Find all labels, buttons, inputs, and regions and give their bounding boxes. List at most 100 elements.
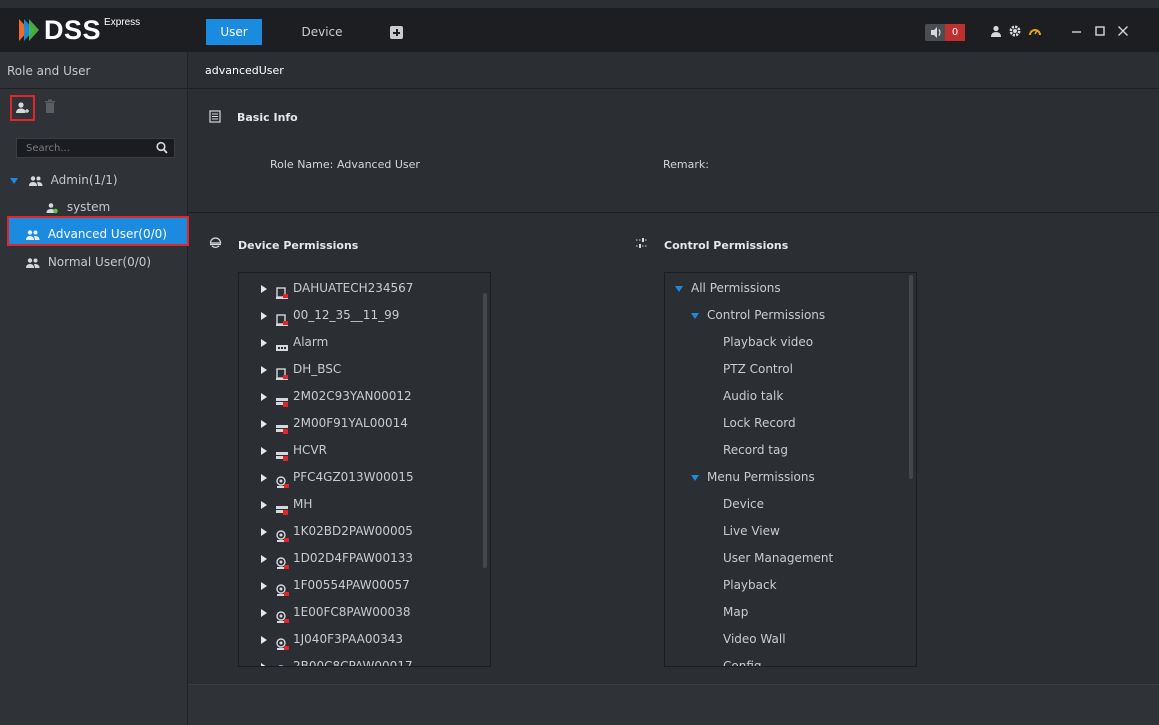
ip-camera-icon (275, 634, 289, 650)
expand-arrow-icon[interactable] (261, 554, 267, 563)
device-tree-item-label: HCVR (293, 443, 327, 457)
dvr-device-icon (275, 391, 289, 407)
device-tree-item[interactable]: 1J040F3PAA00343 (261, 626, 403, 653)
permission-tree-item[interactable]: Device (723, 491, 764, 518)
device-tree-item-label: 1K02BD2PAW00005 (293, 524, 413, 538)
tab-device[interactable]: Device (292, 19, 352, 45)
device-tree-item[interactable]: DH_BSC (261, 356, 341, 383)
permission-tree-item[interactable]: User Management (723, 545, 833, 572)
expand-arrow-icon[interactable] (261, 392, 267, 401)
performance-gauge-icon[interactable] (1027, 24, 1043, 41)
expand-arrow-icon[interactable] (261, 419, 267, 428)
permission-tree-item[interactable]: Video Wall (723, 626, 786, 653)
device-tree-item[interactable]: 1F00554PAW00057 (261, 572, 410, 599)
device-permission-tree[interactable]: DAHUATECH234567 00_12_35__11_99 Alarm DH_BS… (238, 272, 491, 667)
device-camera-icon (209, 237, 222, 249)
device-tree-scrollbar[interactable] (483, 293, 487, 568)
device-tree-item-label: 1D02D4FPAW00133 (293, 551, 413, 565)
user-group-icon (28, 175, 43, 186)
alarm-count-badge[interactable]: 0 (945, 24, 965, 41)
device-tree-item-label: 2M02C93YAN00012 (293, 389, 412, 403)
search-box[interactable] (16, 138, 175, 158)
permission-tree-item[interactable]: Record tag (723, 437, 788, 464)
expand-arrow-icon[interactable] (261, 527, 267, 536)
permission-tree-item[interactable]: PTZ Control (723, 356, 793, 383)
permission-tree-item[interactable]: Menu Permissions (691, 464, 815, 491)
device-tree-item[interactable]: 00_12_35__11_99 (261, 302, 399, 329)
permission-tree-item[interactable]: Live View (723, 518, 780, 545)
panel-title: Role and User (0, 52, 187, 89)
device-tree-item-label: Alarm (293, 335, 329, 349)
minimize-icon[interactable] (1069, 24, 1085, 41)
permission-tree-item[interactable]: Config (723, 653, 762, 667)
permission-tree-item[interactable]: Map (723, 599, 748, 626)
device-tree-item[interactable]: Alarm (261, 329, 328, 356)
permission-tree-item[interactable]: Audio talk (723, 383, 783, 410)
device-tree-item[interactable]: 1D02D4FPAW00133 (261, 545, 413, 572)
expand-arrow-icon[interactable] (261, 284, 267, 293)
device-tree-item[interactable]: 2B00C8CPAW00017 (261, 653, 413, 666)
expand-arrow-icon[interactable] (261, 635, 267, 644)
device-tree-item[interactable]: HCVR (261, 437, 327, 464)
tab-user[interactable]: User (206, 19, 262, 45)
expand-arrow-icon[interactable] (261, 338, 267, 347)
ip-camera-icon (275, 580, 289, 596)
permission-tree-item-label: All Permissions (691, 281, 781, 295)
add-tab-icon[interactable] (390, 26, 403, 39)
alarm-device-icon (275, 337, 289, 351)
permission-tree-item-label: Map (723, 605, 749, 619)
nvr-device-icon (275, 283, 289, 299)
device-tree-item[interactable]: MH (261, 491, 312, 518)
tree-item-admin[interactable]: Admin(1/1) (10, 170, 118, 190)
control-permission-tree[interactable]: All Permissions Control Permissions Playba… (664, 272, 917, 667)
maximize-icon[interactable] (1092, 24, 1108, 41)
search-icon[interactable] (156, 141, 168, 155)
expand-arrow-icon[interactable] (261, 662, 267, 666)
tree-item-advanced-user[interactable]: Advanced User(0/0) (25, 224, 167, 244)
device-tree-item[interactable]: 2M02C93YAN00012 (261, 383, 412, 410)
delete-button[interactable] (44, 99, 56, 115)
permission-tree-item[interactable]: All Permissions (675, 275, 781, 302)
permission-tree-item[interactable]: Playback (723, 572, 777, 599)
basic-info-title: Basic Info (237, 111, 298, 124)
ip-camera-icon (275, 607, 289, 623)
expand-arrow-icon[interactable] (261, 446, 267, 455)
expand-arrow-icon[interactable] (261, 365, 267, 374)
collapse-arrow-icon[interactable] (691, 312, 699, 319)
device-tree-item[interactable]: 1E00FC8PAW00038 (261, 599, 410, 626)
expand-arrow-icon[interactable] (261, 500, 267, 509)
close-icon[interactable] (1115, 24, 1131, 41)
dss-logo-icon (16, 17, 42, 43)
device-tree-item[interactable]: 1K02BD2PAW00005 (261, 518, 413, 545)
expand-arrow-icon[interactable] (261, 581, 267, 590)
permission-tree-item-label: Config (723, 659, 762, 667)
control-tree-scrollbar[interactable] (909, 275, 913, 479)
collapse-arrow-icon[interactable] (691, 474, 699, 481)
expand-arrow-icon[interactable] (10, 177, 18, 184)
settings-gear-icon[interactable] (1007, 24, 1023, 41)
device-tree-item[interactable]: 2M00F91YAL00014 (261, 410, 408, 437)
user-icon[interactable] (988, 24, 1004, 41)
role-user-panel: Role and User Admin(1/1) (0, 52, 189, 725)
tree-item-system[interactable]: system (45, 197, 110, 217)
add-user-button[interactable] (10, 95, 35, 121)
device-tree-item[interactable]: PFC4GZ013W00015 (261, 464, 414, 491)
permission-tree-item-label: Lock Record (723, 416, 796, 430)
expand-arrow-icon[interactable] (261, 311, 267, 320)
collapse-arrow-icon[interactable] (675, 285, 683, 292)
search-input[interactable] (17, 139, 142, 157)
device-tree-item[interactable]: DAHUATECH234567 (261, 275, 413, 302)
device-tree-item-label: DH_BSC (293, 362, 342, 376)
tree-item-normal-user[interactable]: Normal User(0/0) (25, 252, 151, 272)
permission-tree-item[interactable]: Lock Record (723, 410, 796, 437)
role-name-label: Role Name: (270, 158, 334, 171)
document-icon (209, 110, 221, 123)
device-tree-item-label: PFC4GZ013W00015 (293, 470, 414, 484)
permission-tree-item[interactable]: Playback video (723, 329, 813, 356)
expand-arrow-icon[interactable] (261, 608, 267, 617)
app-edition: Express (104, 17, 141, 28)
expand-arrow-icon[interactable] (261, 473, 267, 482)
permission-tree-item[interactable]: Control Permissions (691, 302, 825, 329)
device-tree-item-label: MH (293, 497, 313, 511)
permission-tree-item-label: Live View (723, 524, 780, 538)
